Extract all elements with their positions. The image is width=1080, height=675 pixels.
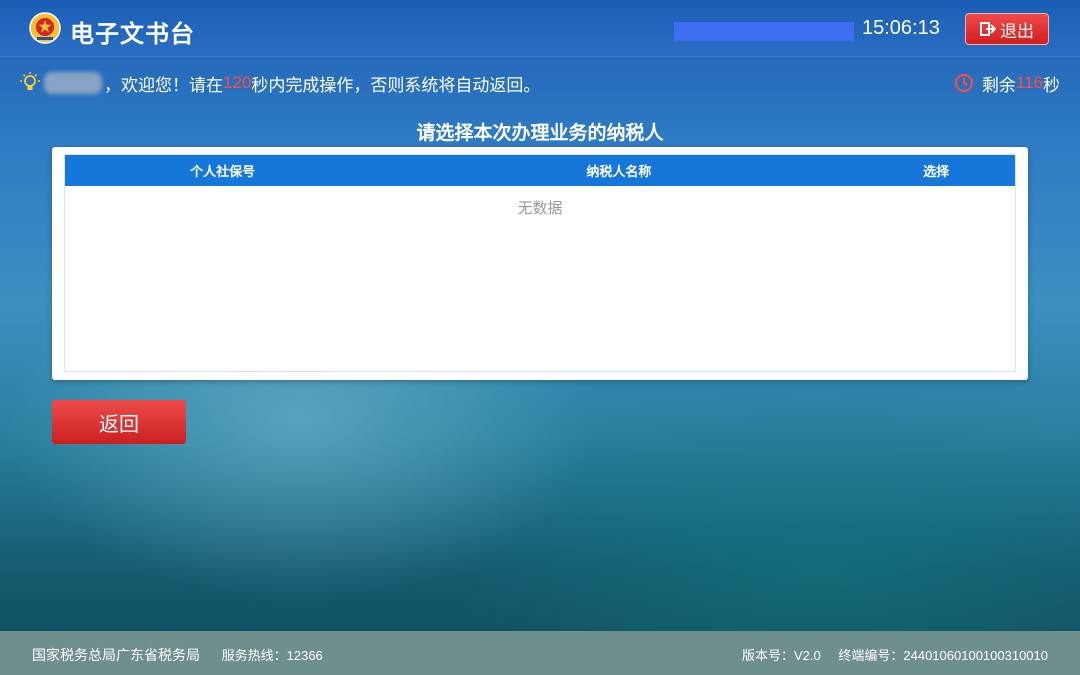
remaining-prefix: 剩余 — [981, 75, 1016, 95]
footer-left: 国家税务总局广东省税务局 服务热线：12366 — [32, 645, 323, 665]
footer-version: 版本号：V2.0 — [742, 648, 821, 663]
welcome-prefix: ，欢迎您！请在 — [104, 75, 223, 95]
remaining-seconds: 116 — [1015, 73, 1043, 92]
welcome-suffix: 秒内完成操作，否则系统将自动返回。 — [251, 75, 541, 95]
remaining-suffix: 秒 — [1043, 75, 1060, 95]
taxpayer-panel: 个人社保号 纳税人名称 选择 无数据 — [52, 147, 1028, 380]
logout-button[interactable]: 退出 — [965, 13, 1049, 45]
footer-org-name: 国家税务总局广东省税务局 — [32, 647, 200, 663]
page-title: 请选择本次办理业务的纳税人 — [416, 123, 664, 144]
logout-icon — [980, 22, 996, 36]
footer-bar: 国家税务总局广东省税务局 服务热线：12366 版本号：V2.0 终端编号：24… — [0, 631, 1080, 675]
welcome-notice: ，欢迎您！请在 120 秒内完成操作，否则系统将自动返回。 — [20, 71, 540, 95]
footer-right: 版本号：V2.0 终端编号：24401060100100310010 — [728, 645, 1048, 664]
column-header-taxpayer-name: 纳税人名称 — [586, 164, 652, 179]
taxpayer-table: 个人社保号 纳税人名称 选择 无数据 — [64, 154, 1016, 372]
tax-emblem-icon — [29, 12, 61, 44]
column-header-select: 选择 — [923, 164, 950, 179]
back-button[interactable]: 返回 — [52, 400, 186, 444]
username-masked — [44, 72, 102, 94]
current-time: 15:06:13 — [862, 17, 940, 39]
app-title: 电子文书台 — [70, 21, 195, 48]
countdown: 剩余 116 秒 — [954, 71, 1060, 95]
empty-state-text: 无数据 — [517, 200, 563, 217]
column-header-social-security-no: 个人社保号 — [190, 164, 256, 179]
timeout-seconds: 120 — [223, 73, 252, 92]
header-bar: 电子文书台 15:06:13 退出 — [0, 0, 1080, 57]
table-header: 个人社保号 纳税人名称 选择 — [65, 155, 1015, 186]
footer-hotline: 服务热线：12366 — [221, 648, 323, 663]
footer-terminal-id: 终端编号：24401060100100310010 — [838, 648, 1048, 663]
clock-icon — [954, 74, 973, 92]
user-info-bar — [674, 22, 854, 41]
lightbulb-icon — [20, 72, 40, 90]
logout-label: 退出 — [1000, 21, 1034, 41]
